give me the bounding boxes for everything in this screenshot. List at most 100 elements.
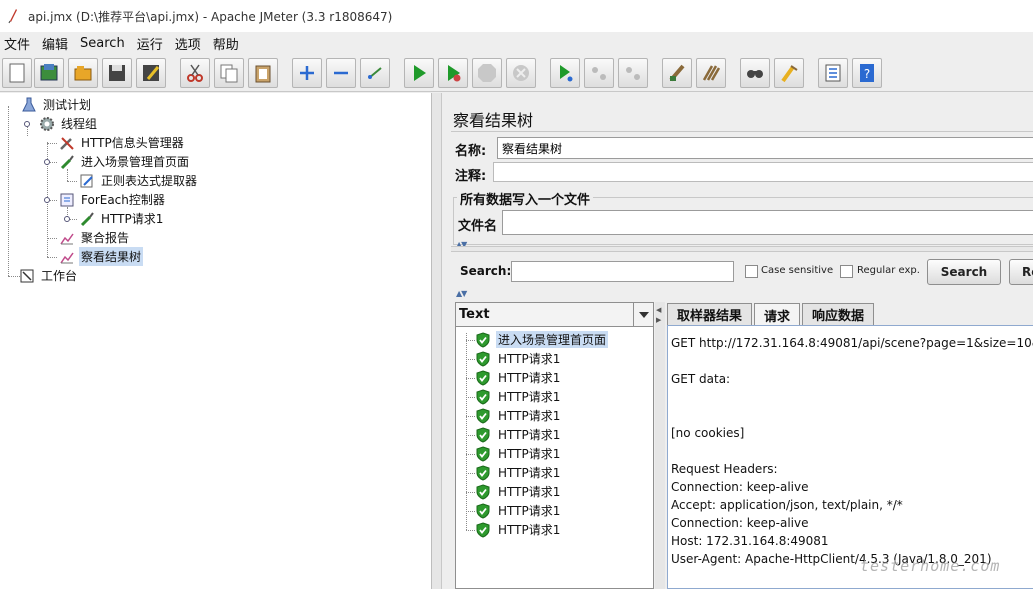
menu-run[interactable]: 运行: [133, 34, 171, 53]
result-row[interactable]: HTTP请求1: [475, 387, 562, 406]
success-shield-icon: [475, 445, 491, 462]
svg-text:?: ?: [864, 67, 870, 81]
tree-item-foreach-controller[interactable]: ForEach控制器: [58, 190, 167, 209]
remote-shutdown-icon[interactable]: [618, 58, 648, 88]
result-row[interactable]: HTTP请求1: [475, 425, 562, 444]
request-detail-line: Connection: keep-alive: [671, 480, 809, 494]
new-icon[interactable]: [2, 58, 32, 88]
search-input[interactable]: [511, 261, 734, 282]
clear-icon[interactable]: [662, 58, 692, 88]
expand-icon[interactable]: [292, 58, 322, 88]
shutdown-icon[interactable]: [506, 58, 536, 88]
watermark-text: testerhome.com: [860, 557, 1001, 575]
start-no-pause-icon[interactable]: [438, 58, 468, 88]
tab-request[interactable]: 请求: [754, 303, 801, 326]
result-row[interactable]: 进入场景管理首页面: [475, 330, 609, 349]
remote-stop-icon[interactable]: [584, 58, 614, 88]
tree-item-view-results-tree[interactable]: 察看结果树: [58, 247, 144, 266]
renderer-select[interactable]: Text: [456, 303, 653, 327]
menu-search[interactable]: Search: [76, 36, 133, 51]
result-row-label: HTTP请求1: [498, 352, 561, 366]
tree-toggle-handle[interactable]: [44, 197, 50, 203]
result-row-label: HTTP请求1: [498, 485, 561, 499]
paste-icon[interactable]: [248, 58, 278, 88]
menu-help[interactable]: 帮助: [209, 34, 247, 53]
reset-search-icon[interactable]: [774, 58, 804, 88]
tree-toggle-handle[interactable]: [44, 159, 50, 165]
result-row-label: HTTP请求1: [498, 371, 561, 385]
tab-response-data[interactable]: 响应数据: [802, 303, 875, 325]
menubar: 文件 编辑 Search 运行 选项 帮助: [0, 32, 1033, 54]
window-title: api.jmx (D:\推荐平台\api.jmx) - Apache JMete…: [28, 9, 393, 24]
request-detail-line: GET http://172.31.164.8:49081/api/scene?…: [671, 336, 1033, 350]
menu-file[interactable]: 文件: [0, 34, 38, 53]
start-icon[interactable]: [404, 58, 434, 88]
pipette-icon: [78, 210, 96, 228]
chevron-down-icon[interactable]: [633, 303, 653, 326]
request-detail[interactable]: GET http://172.31.164.8:49081/api/scene?…: [667, 325, 1033, 589]
tree-item-workbench[interactable]: 工作台: [18, 266, 79, 285]
panel-divider[interactable]: [451, 246, 1033, 252]
main-splitter[interactable]: [432, 93, 442, 589]
search-icon[interactable]: [740, 58, 770, 88]
result-row-label: 进入场景管理首页面: [496, 331, 609, 348]
tree-toggle-handle[interactable]: [64, 216, 70, 222]
case-sensitive-checkbox[interactable]: [745, 265, 758, 278]
success-shield-icon: [475, 407, 491, 424]
save-as-icon[interactable]: [136, 58, 166, 88]
help-icon[interactable]: ?: [852, 58, 882, 88]
copy-icon[interactable]: [214, 58, 244, 88]
collapse-arrows-icon[interactable]: ▲▼: [456, 289, 467, 298]
tree-item-label: 正则表达式提取器: [101, 174, 198, 188]
templates-icon[interactable]: [34, 58, 64, 88]
comment-field[interactable]: [493, 162, 1033, 182]
stop-icon[interactable]: [472, 58, 502, 88]
result-row[interactable]: HTTP请求1: [475, 520, 562, 539]
menu-options[interactable]: 选项: [171, 34, 209, 53]
result-row[interactable]: HTTP请求1: [475, 444, 562, 463]
save-icon[interactable]: [102, 58, 132, 88]
search-label: Search:: [460, 264, 512, 278]
pipette-icon: [58, 153, 76, 171]
tree-toggle-handle[interactable]: [24, 121, 30, 127]
success-shield-icon: [475, 502, 491, 519]
function-helper-icon[interactable]: [818, 58, 848, 88]
tab-sampler-result[interactable]: 取样器结果: [667, 303, 753, 325]
menu-edit[interactable]: 编辑: [38, 34, 76, 53]
tree-item-thread-group[interactable]: 线程组: [38, 114, 99, 133]
result-row[interactable]: HTTP请求1: [475, 501, 562, 520]
regex-checkbox[interactable]: [840, 265, 853, 278]
result-row[interactable]: HTTP请求1: [475, 406, 562, 425]
results-splitter[interactable]: ◀ ▶: [655, 302, 665, 589]
tree-item-http-request[interactable]: HTTP请求1: [78, 209, 165, 228]
result-row[interactable]: HTTP请求1: [475, 368, 562, 387]
cut-icon[interactable]: [180, 58, 210, 88]
tree-item-scene-home[interactable]: 进入场景管理首页面: [58, 152, 191, 171]
success-shield-icon: [475, 426, 491, 443]
reset-button[interactable]: Re: [1009, 259, 1033, 285]
result-row-label: HTTP请求1: [498, 409, 561, 423]
result-row[interactable]: HTTP请求1: [475, 463, 562, 482]
toolbar: ?: [0, 56, 1033, 92]
title-divider: [451, 131, 1033, 132]
success-shield-icon: [475, 331, 491, 348]
request-detail-line: Host: 172.31.164.8:49081: [671, 534, 829, 548]
tree-item-label: 进入场景管理首页面: [81, 155, 190, 169]
toggle-icon[interactable]: [360, 58, 390, 88]
remote-start-icon[interactable]: [550, 58, 580, 88]
open-icon[interactable]: [68, 58, 98, 88]
search-button[interactable]: Search: [927, 259, 1001, 285]
tree-item-test-plan[interactable]: 测试计划: [20, 95, 93, 114]
tree-item-label: 线程组: [61, 117, 98, 131]
tree-item-aggregate-report[interactable]: 聚合报告: [58, 228, 131, 247]
clear-all-icon[interactable]: [696, 58, 726, 88]
tree-item-label: 聚合报告: [81, 231, 130, 245]
result-row[interactable]: HTTP请求1: [475, 482, 562, 501]
result-row[interactable]: HTTP请求1: [475, 349, 562, 368]
name-field[interactable]: [497, 137, 1033, 159]
comment-label: 注释:: [455, 169, 487, 184]
tree-item-http-header-manager[interactable]: HTTP信息头管理器: [58, 133, 186, 152]
collapse-icon[interactable]: [326, 58, 356, 88]
tree-item-regex-extractor[interactable]: 正则表达式提取器: [78, 171, 199, 190]
filename-field[interactable]: [502, 210, 1033, 235]
